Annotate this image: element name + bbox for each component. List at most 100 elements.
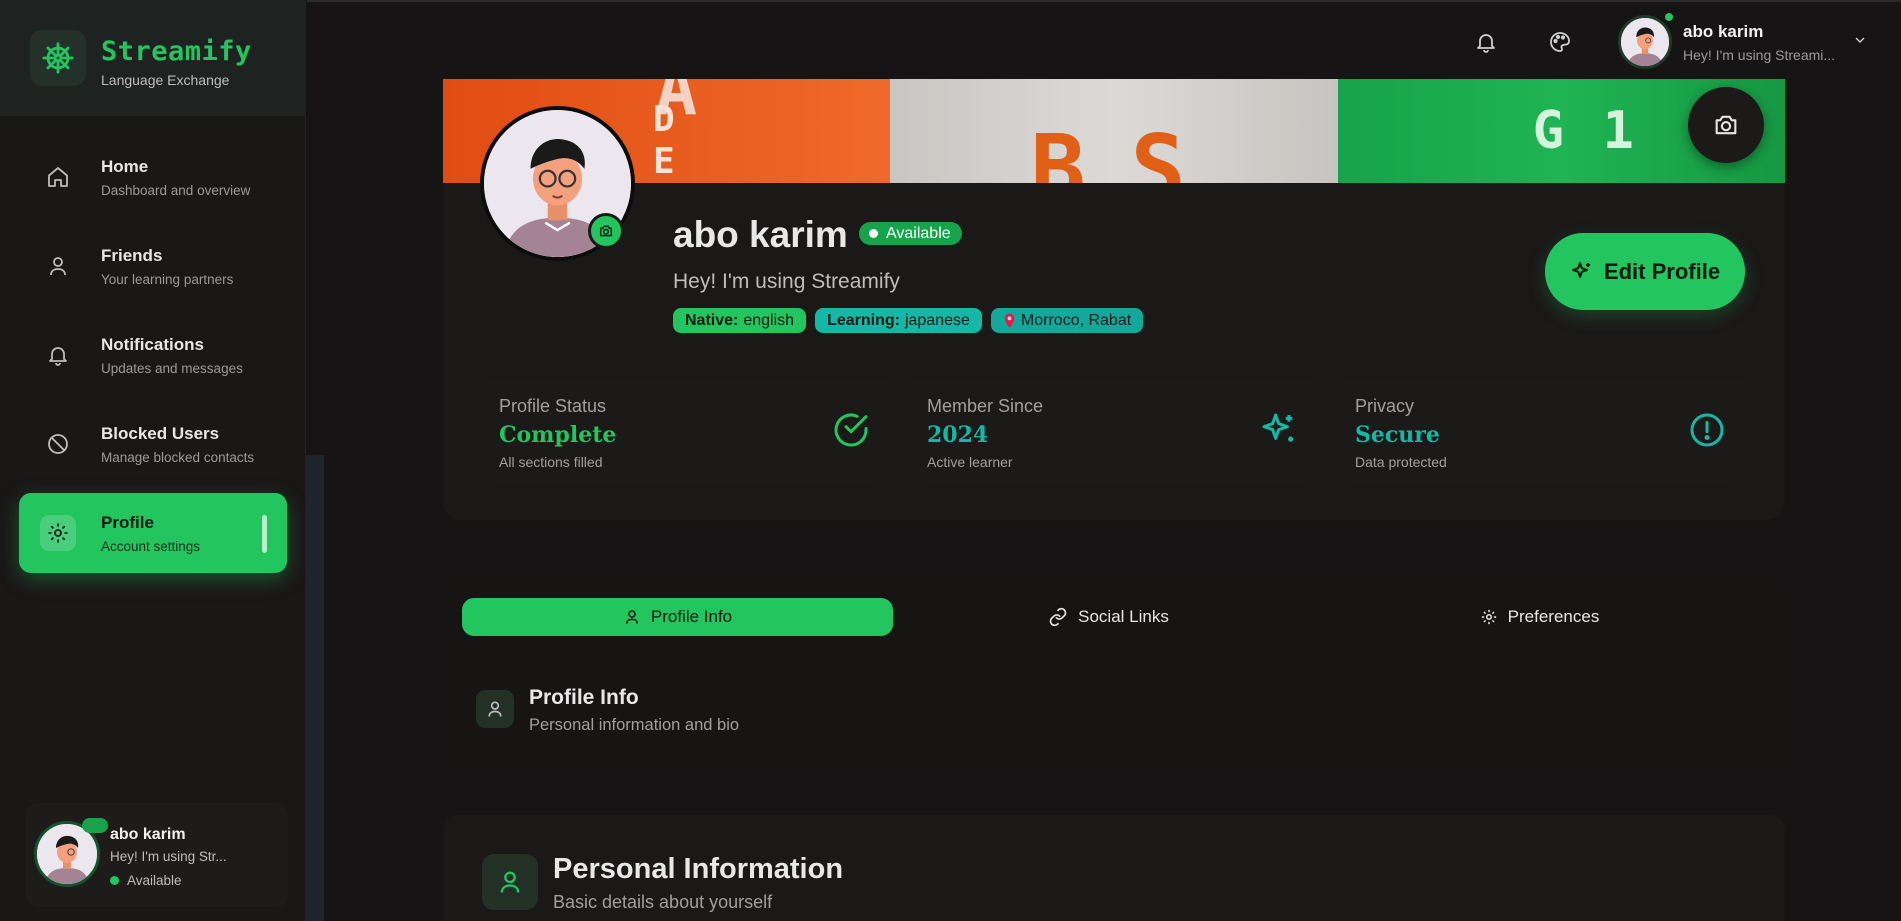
profile-name: abo karim xyxy=(673,214,848,255)
sidebar-item-label: Home xyxy=(101,157,149,176)
topbar-user-name[interactable]: abo karim xyxy=(1683,22,1763,42)
sidebar-user-availability: Available xyxy=(110,873,182,888)
active-indicator xyxy=(262,515,267,553)
sidebar-user-status: Hey! I'm using Str... xyxy=(110,849,227,864)
online-dot xyxy=(1663,11,1675,23)
sidebar-item-sub: Manage blocked contacts xyxy=(101,450,255,465)
alert-circle-icon xyxy=(1687,410,1727,450)
sidebar-item-sub: Your learning partners xyxy=(101,272,234,287)
profile-tags: Native: english Learning: japanese Morro… xyxy=(673,308,1144,333)
availability-badge: Available xyxy=(859,222,962,245)
sidebar-item-friends[interactable]: Friends Your learning partners xyxy=(19,226,287,306)
bell-icon[interactable] xyxy=(1468,24,1504,60)
tab-label: Profile Info xyxy=(650,607,733,626)
chevron-down-icon[interactable] xyxy=(1852,32,1868,48)
sidebar-item-blocked-users[interactable]: Blocked Users Manage blocked contacts xyxy=(19,404,287,484)
cover-letter: 1 xyxy=(1602,101,1634,161)
tab-label: Preferences xyxy=(1507,607,1600,626)
section-subtitle: Basic details about yourself xyxy=(553,892,773,912)
brand-subtitle: Language Exchange xyxy=(101,72,230,88)
stat-value: Secure xyxy=(1355,422,1440,448)
gear-icon xyxy=(1480,608,1498,626)
tab-preferences[interactable]: Preferences xyxy=(1324,598,1755,636)
stat-card-profile-status: Profile Status Complete All sections fil… xyxy=(481,378,891,482)
stat-value: 2024 xyxy=(927,422,989,448)
avatar[interactable] xyxy=(1618,15,1672,69)
sidebar: Streamify Language Exchange Home Dashboa… xyxy=(0,0,306,921)
message-badge xyxy=(82,818,108,833)
cover-letter: S xyxy=(1130,115,1186,183)
bell-icon xyxy=(40,337,76,373)
sidebar-item-sub: Account settings xyxy=(101,539,201,554)
sidebar-scrollbar[interactable] xyxy=(306,455,324,921)
edit-profile-label: Edit Profile xyxy=(1603,258,1721,284)
edit-profile-button[interactable]: Edit Profile xyxy=(1545,233,1745,310)
stat-sub: All sections filled xyxy=(499,454,603,470)
stat-sub: Active learner xyxy=(927,454,1013,470)
cover-letter: B xyxy=(1030,115,1086,183)
ban-icon xyxy=(40,426,76,462)
cover-letter: E xyxy=(653,141,675,182)
tag-value: english xyxy=(743,311,795,329)
cover-letter: D xyxy=(653,99,675,140)
sidebar-item-sub: Updates and messages xyxy=(101,361,243,376)
stat-label: Privacy xyxy=(1355,396,1415,416)
learning-language-tag: Learning: japanese xyxy=(815,308,982,333)
stat-sub: Data protected xyxy=(1355,454,1447,470)
location-tag: Morroco, Rabat xyxy=(990,308,1144,333)
sidebar-item-sub: Dashboard and overview xyxy=(101,183,251,198)
sidebar-item-label: Notifications xyxy=(101,335,204,354)
availability-label: Available xyxy=(886,224,951,242)
user-icon xyxy=(623,608,641,626)
profile-status-text: Hey! I'm using Streamify xyxy=(673,270,900,293)
tab-profile-info[interactable]: Profile Info xyxy=(462,598,893,636)
tag-label: Native: xyxy=(685,311,739,329)
stat-card-member-since: Member Since 2024 Active learner xyxy=(909,378,1319,482)
sidebar-item-home[interactable]: Home Dashboard and overview xyxy=(19,137,287,217)
pin-icon xyxy=(1003,313,1016,329)
user-icon xyxy=(476,690,514,728)
gear-icon xyxy=(40,515,76,551)
camera-icon xyxy=(598,223,614,239)
online-dot xyxy=(110,876,119,885)
cover-letter: G xyxy=(1532,101,1564,161)
sparkles-icon xyxy=(1570,260,1594,284)
sidebar-item-label: Blocked Users xyxy=(101,424,220,443)
ship-wheel-icon xyxy=(30,30,86,86)
sidebar-item-label: Profile xyxy=(101,513,154,532)
section-title: Profile Info xyxy=(529,686,639,709)
cover-image: A D E B S G 1 xyxy=(443,79,1785,183)
stat-label: Member Since xyxy=(927,396,1044,416)
topbar-user-status: Hey! I'm using Streami... xyxy=(1683,47,1836,63)
section-title: Personal Information xyxy=(553,853,844,885)
cover-segment-grey: B S xyxy=(890,79,1338,183)
sidebar-item-profile[interactable]: Profile Account settings xyxy=(19,493,287,573)
tab-social-links[interactable]: Social Links xyxy=(893,598,1324,636)
sidebar-user-name: abo karim xyxy=(110,826,186,843)
brand-name: Streamify xyxy=(101,36,252,67)
tag-label: Learning: xyxy=(827,311,900,329)
palette-icon[interactable] xyxy=(1542,24,1578,60)
check-circle-icon xyxy=(831,410,871,450)
sidebar-user-card[interactable]: abo karim Hey! I'm using Str... Availabl… xyxy=(26,803,288,907)
sparkles-icon xyxy=(1259,410,1299,450)
change-avatar-button[interactable] xyxy=(588,213,624,249)
user-icon xyxy=(40,248,76,284)
sidebar-item-notifications[interactable]: Notifications Updates and messages xyxy=(19,315,287,395)
link-icon xyxy=(1048,607,1068,627)
brand-header[interactable]: Streamify Language Exchange xyxy=(0,0,306,116)
section-subtitle: Personal information and bio xyxy=(529,716,740,734)
home-icon xyxy=(40,159,76,195)
availability-label: Available xyxy=(127,873,182,888)
stat-value: Complete xyxy=(499,422,617,448)
change-cover-button[interactable] xyxy=(1688,87,1764,163)
user-icon xyxy=(482,854,538,910)
tag-value: japanese xyxy=(904,311,970,329)
sidebar-item-label: Friends xyxy=(101,246,163,265)
status-dot xyxy=(869,229,878,238)
top-bar: abo karim Hey! I'm using Streami... xyxy=(307,0,1901,80)
tag-value: Morroco, Rabat xyxy=(1020,311,1132,329)
native-language-tag: Native: english xyxy=(673,308,807,333)
stat-card-privacy: Privacy Secure Data protected xyxy=(1337,378,1747,482)
camera-icon xyxy=(1712,111,1740,139)
